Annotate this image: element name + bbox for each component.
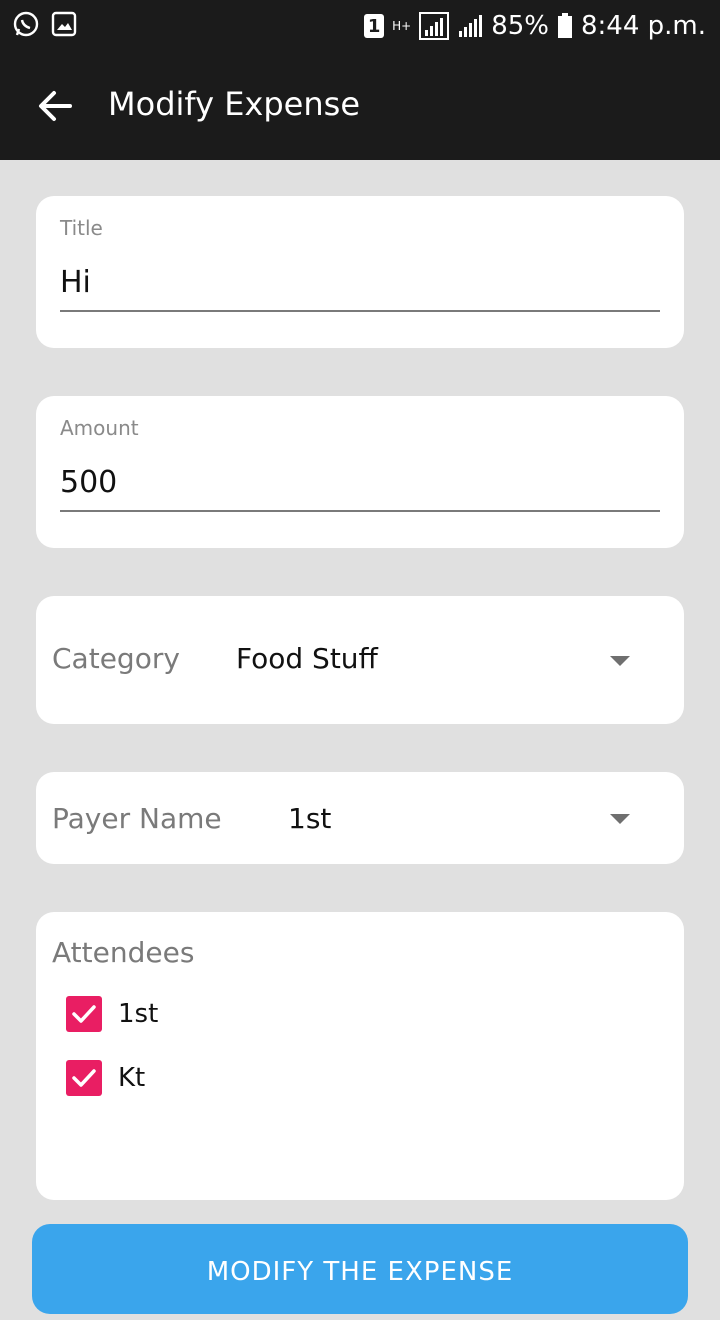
- page-title: Modify Expense: [108, 85, 360, 123]
- amount-input[interactable]: [60, 462, 660, 502]
- signal-icon: [419, 12, 450, 40]
- category-value[interactable]: Food Stuff: [236, 642, 378, 675]
- chevron-down-icon[interactable]: [610, 814, 630, 824]
- payer-card[interactable]: Payer Name 1st: [36, 772, 684, 864]
- attendee-name: Kt: [118, 1063, 146, 1093]
- category-card[interactable]: Category Food Stuff: [36, 596, 684, 724]
- attendees-card: Attendees 1st Kt: [36, 912, 684, 1200]
- title-label: Title: [60, 216, 103, 240]
- attendee-item[interactable]: 1st: [66, 994, 158, 1034]
- checkmark-icon: [72, 1069, 96, 1087]
- amount-card: Amount: [36, 396, 684, 548]
- attendee-name: 1st: [118, 999, 159, 1029]
- attendee-item[interactable]: Kt: [66, 1058, 145, 1098]
- attendees-label: Attendees: [52, 936, 195, 969]
- signal-icon-2: [459, 15, 483, 37]
- checkbox-checked[interactable]: [66, 1060, 102, 1096]
- amount-underline: [60, 510, 660, 512]
- whatsapp-icon: [13, 11, 39, 37]
- payer-value[interactable]: 1st: [288, 802, 331, 835]
- clock: 8:44 p.m.: [580, 11, 706, 41]
- sim-slot-badge: 1: [364, 14, 385, 38]
- status-bar: 1 H+ 85% 8:44 p.m.: [0, 0, 720, 52]
- gallery-icon: [51, 11, 77, 37]
- amount-label: Amount: [60, 416, 139, 440]
- title-underline: [60, 310, 660, 312]
- network-type: H+: [392, 19, 412, 33]
- arrow-back-icon[interactable]: [34, 84, 78, 128]
- app-bar: Modify Expense: [0, 52, 720, 160]
- battery-icon: [557, 13, 572, 38]
- chevron-down-icon[interactable]: [610, 656, 630, 666]
- checkbox-checked[interactable]: [66, 996, 102, 1032]
- modify-expense-button[interactable]: MODIFY THE EXPENSE: [32, 1224, 688, 1314]
- title-input[interactable]: [60, 262, 660, 302]
- checkmark-icon: [72, 1005, 96, 1023]
- title-card: Title: [36, 196, 684, 348]
- payer-label: Payer Name: [52, 802, 222, 835]
- battery-percent: 85%: [491, 11, 549, 41]
- category-label: Category: [52, 642, 180, 675]
